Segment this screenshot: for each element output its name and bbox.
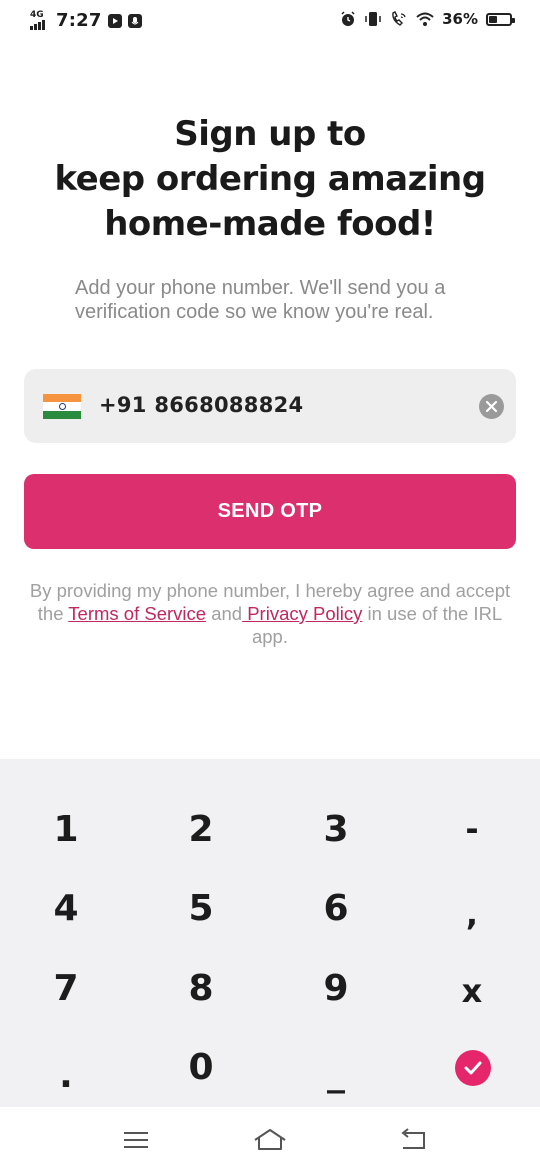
subtitle-line-2: verification code so we know you're real… [75,301,434,323]
title-line-3: home-made food! [104,204,436,244]
title-line-2: keep ordering amazing [54,159,486,199]
send-otp-button[interactable]: SEND OTP [24,474,516,549]
key-8[interactable]: 8 [161,958,241,1018]
battery-icon [486,12,515,26]
page-title: Sign up to keep ordering amazing home-ma… [0,112,540,247]
india-flag-icon[interactable] [43,394,81,419]
key-0[interactable]: 0 [161,1037,241,1097]
key-7[interactable]: 7 [26,958,106,1018]
numeric-keypad: 1 2 3 - 4 5 6 , 7 8 9 x . 0 _ [0,759,540,1107]
subtitle-line-1: Add your phone number. We'll send you a [75,277,446,299]
terms-of-service-link[interactable]: Terms of Service [68,603,206,624]
home-icon[interactable] [250,1125,290,1155]
youtube-icon [107,13,122,28]
status-bar: 4G 7:27 36% [0,0,540,42]
network-type: 4G [30,9,44,20]
navigation-bar [0,1107,540,1170]
phone-number-input[interactable]: +91 8668088824 [99,393,303,417]
menu-icon[interactable] [116,1125,156,1155]
microphone-icon [127,13,142,28]
phone-number-field[interactable]: +91 8668088824 [24,369,516,443]
alarm-icon [341,11,355,26]
key-9[interactable]: 9 [296,958,376,1018]
key-underscore[interactable]: _ [296,1043,376,1103]
key-dot[interactable]: . [26,1045,106,1105]
key-2[interactable]: 2 [161,799,241,859]
check-icon [464,1061,482,1075]
wifi-call-icon [392,11,406,26]
terms-text: By providing my phone number, I hereby a… [18,579,522,648]
vibrate-icon [365,12,381,26]
key-3[interactable]: 3 [296,799,376,859]
title-line-1: Sign up to [174,114,366,154]
key-6[interactable]: 6 [296,878,376,938]
subtitle: Add your phone number. We'll send you a … [75,276,495,324]
key-4[interactable]: 4 [26,878,106,938]
key-5[interactable]: 5 [161,878,241,938]
privacy-policy-link[interactable]: Privacy Policy [242,603,362,624]
key-comma[interactable]: , [432,884,512,944]
status-time: 7:27 [56,10,102,31]
wifi-icon [416,12,434,26]
key-1[interactable]: 1 [26,799,106,859]
clear-icon[interactable] [479,394,504,419]
done-key[interactable] [455,1050,491,1086]
signal-icon: 4G [30,9,50,30]
key-dash[interactable]: - [432,799,512,859]
battery-percent: 36% [442,10,478,28]
back-icon[interactable] [392,1125,432,1155]
terms-middle: and [206,603,243,624]
key-x[interactable]: x [432,961,512,1021]
